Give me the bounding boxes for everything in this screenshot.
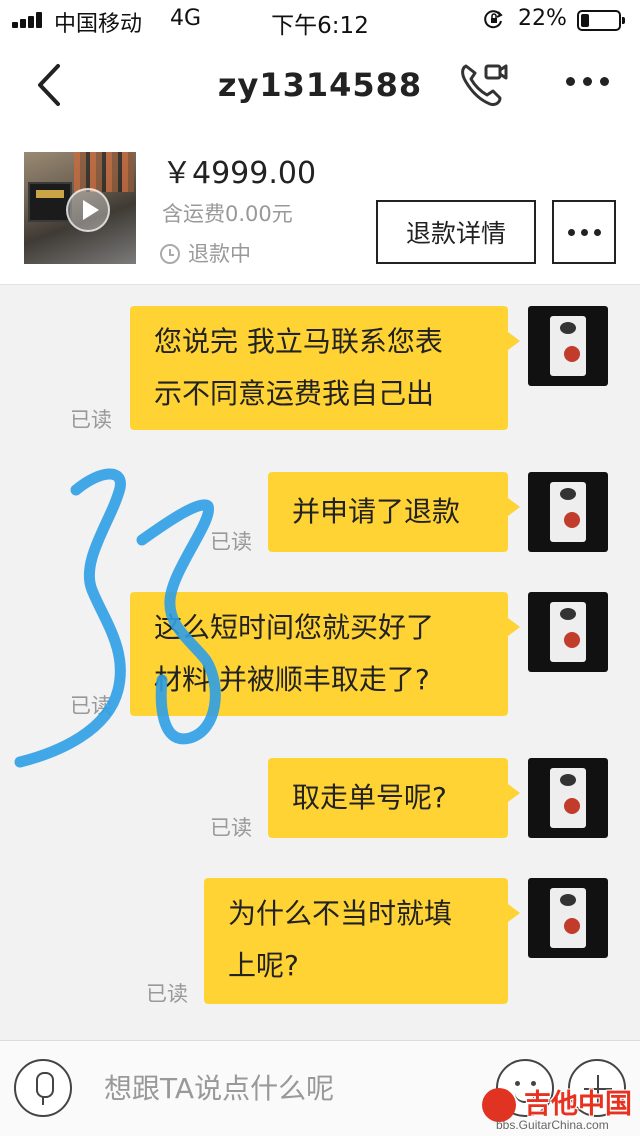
refund-status-label: 退款中 — [188, 242, 251, 266]
message-bubble[interactable]: 这么短时间您就买好了 材料 并被顺丰取走了? — [130, 592, 520, 716]
read-receipt: 已读 — [70, 694, 112, 718]
watermark-text: 吉他中国 — [524, 1089, 632, 1120]
message-line: 示不同意运费我自己出 — [154, 377, 435, 410]
read-receipt: 已读 — [210, 530, 252, 554]
message-bubble[interactable]: 您说完 我立马联系您表 示不同意运费我自己出 — [130, 306, 520, 430]
product-video-thumbnail[interactable] — [24, 152, 136, 264]
shipping-fee: 含运费0.00元 — [162, 202, 293, 226]
play-icon[interactable] — [66, 188, 110, 232]
message-line: 您说完 我立马联系您表 — [154, 325, 443, 358]
watermark-url: bbs.GuitarChina.com — [496, 1118, 609, 1132]
refund-status: 退款中 — [160, 238, 251, 268]
clock-icon — [160, 244, 180, 264]
read-receipt: 已读 — [210, 816, 252, 840]
chat-area[interactable]: 您说完 我立马联系您表 示不同意运费我自己出 已读 并申请了退款 已读 这么短时… — [0, 286, 640, 1040]
avatar[interactable] — [528, 306, 608, 386]
message-line: 为什么不当时就填 — [228, 897, 453, 930]
guitar-logo-icon — [482, 1088, 516, 1122]
message-line: 上呢? — [228, 949, 299, 982]
message-line: 并申请了退款 — [292, 495, 461, 528]
more-options-button[interactable] — [552, 200, 616, 264]
voice-input-button[interactable] — [14, 1059, 72, 1117]
more-icon[interactable] — [566, 74, 610, 90]
read-receipt: 已读 — [70, 408, 112, 432]
status-bar: 中国移动 4G 下午6:12 22% — [0, 0, 640, 40]
avatar[interactable] — [528, 592, 608, 672]
avatar[interactable] — [528, 758, 608, 838]
battery-icon — [577, 10, 625, 31]
refund-details-button[interactable]: 退款详情 — [376, 200, 536, 264]
message-line: 取走单号呢? — [292, 781, 447, 814]
message-bubble[interactable]: 为什么不当时就填 上呢? — [204, 878, 520, 1004]
nav-bar: zy1314588 — [0, 40, 640, 130]
product-price: ￥4999.00 — [162, 156, 317, 191]
message-line: 材料 并被顺丰取走了? — [154, 663, 430, 696]
phone-video-icon[interactable] — [458, 60, 510, 108]
avatar[interactable] — [528, 878, 608, 958]
message-line: 这么短时间您就买好了 — [154, 611, 435, 644]
site-watermark: 吉他中国 bbs.GuitarChina.com — [470, 1082, 636, 1134]
chat-title: zy1314588 — [217, 66, 423, 104]
battery-percent: 22% — [518, 6, 567, 31]
read-receipt: 已读 — [146, 982, 188, 1006]
product-card[interactable]: ￥4999.00 含运费0.00元 退款中 退款详情 — [0, 130, 640, 285]
avatar[interactable] — [528, 472, 608, 552]
message-bubble[interactable]: 并申请了退款 — [268, 472, 520, 552]
message-bubble[interactable]: 取走单号呢? — [268, 758, 520, 838]
message-input[interactable]: 想跟TA说点什么呢 — [104, 1067, 334, 1107]
rotation-lock-icon — [484, 10, 503, 29]
